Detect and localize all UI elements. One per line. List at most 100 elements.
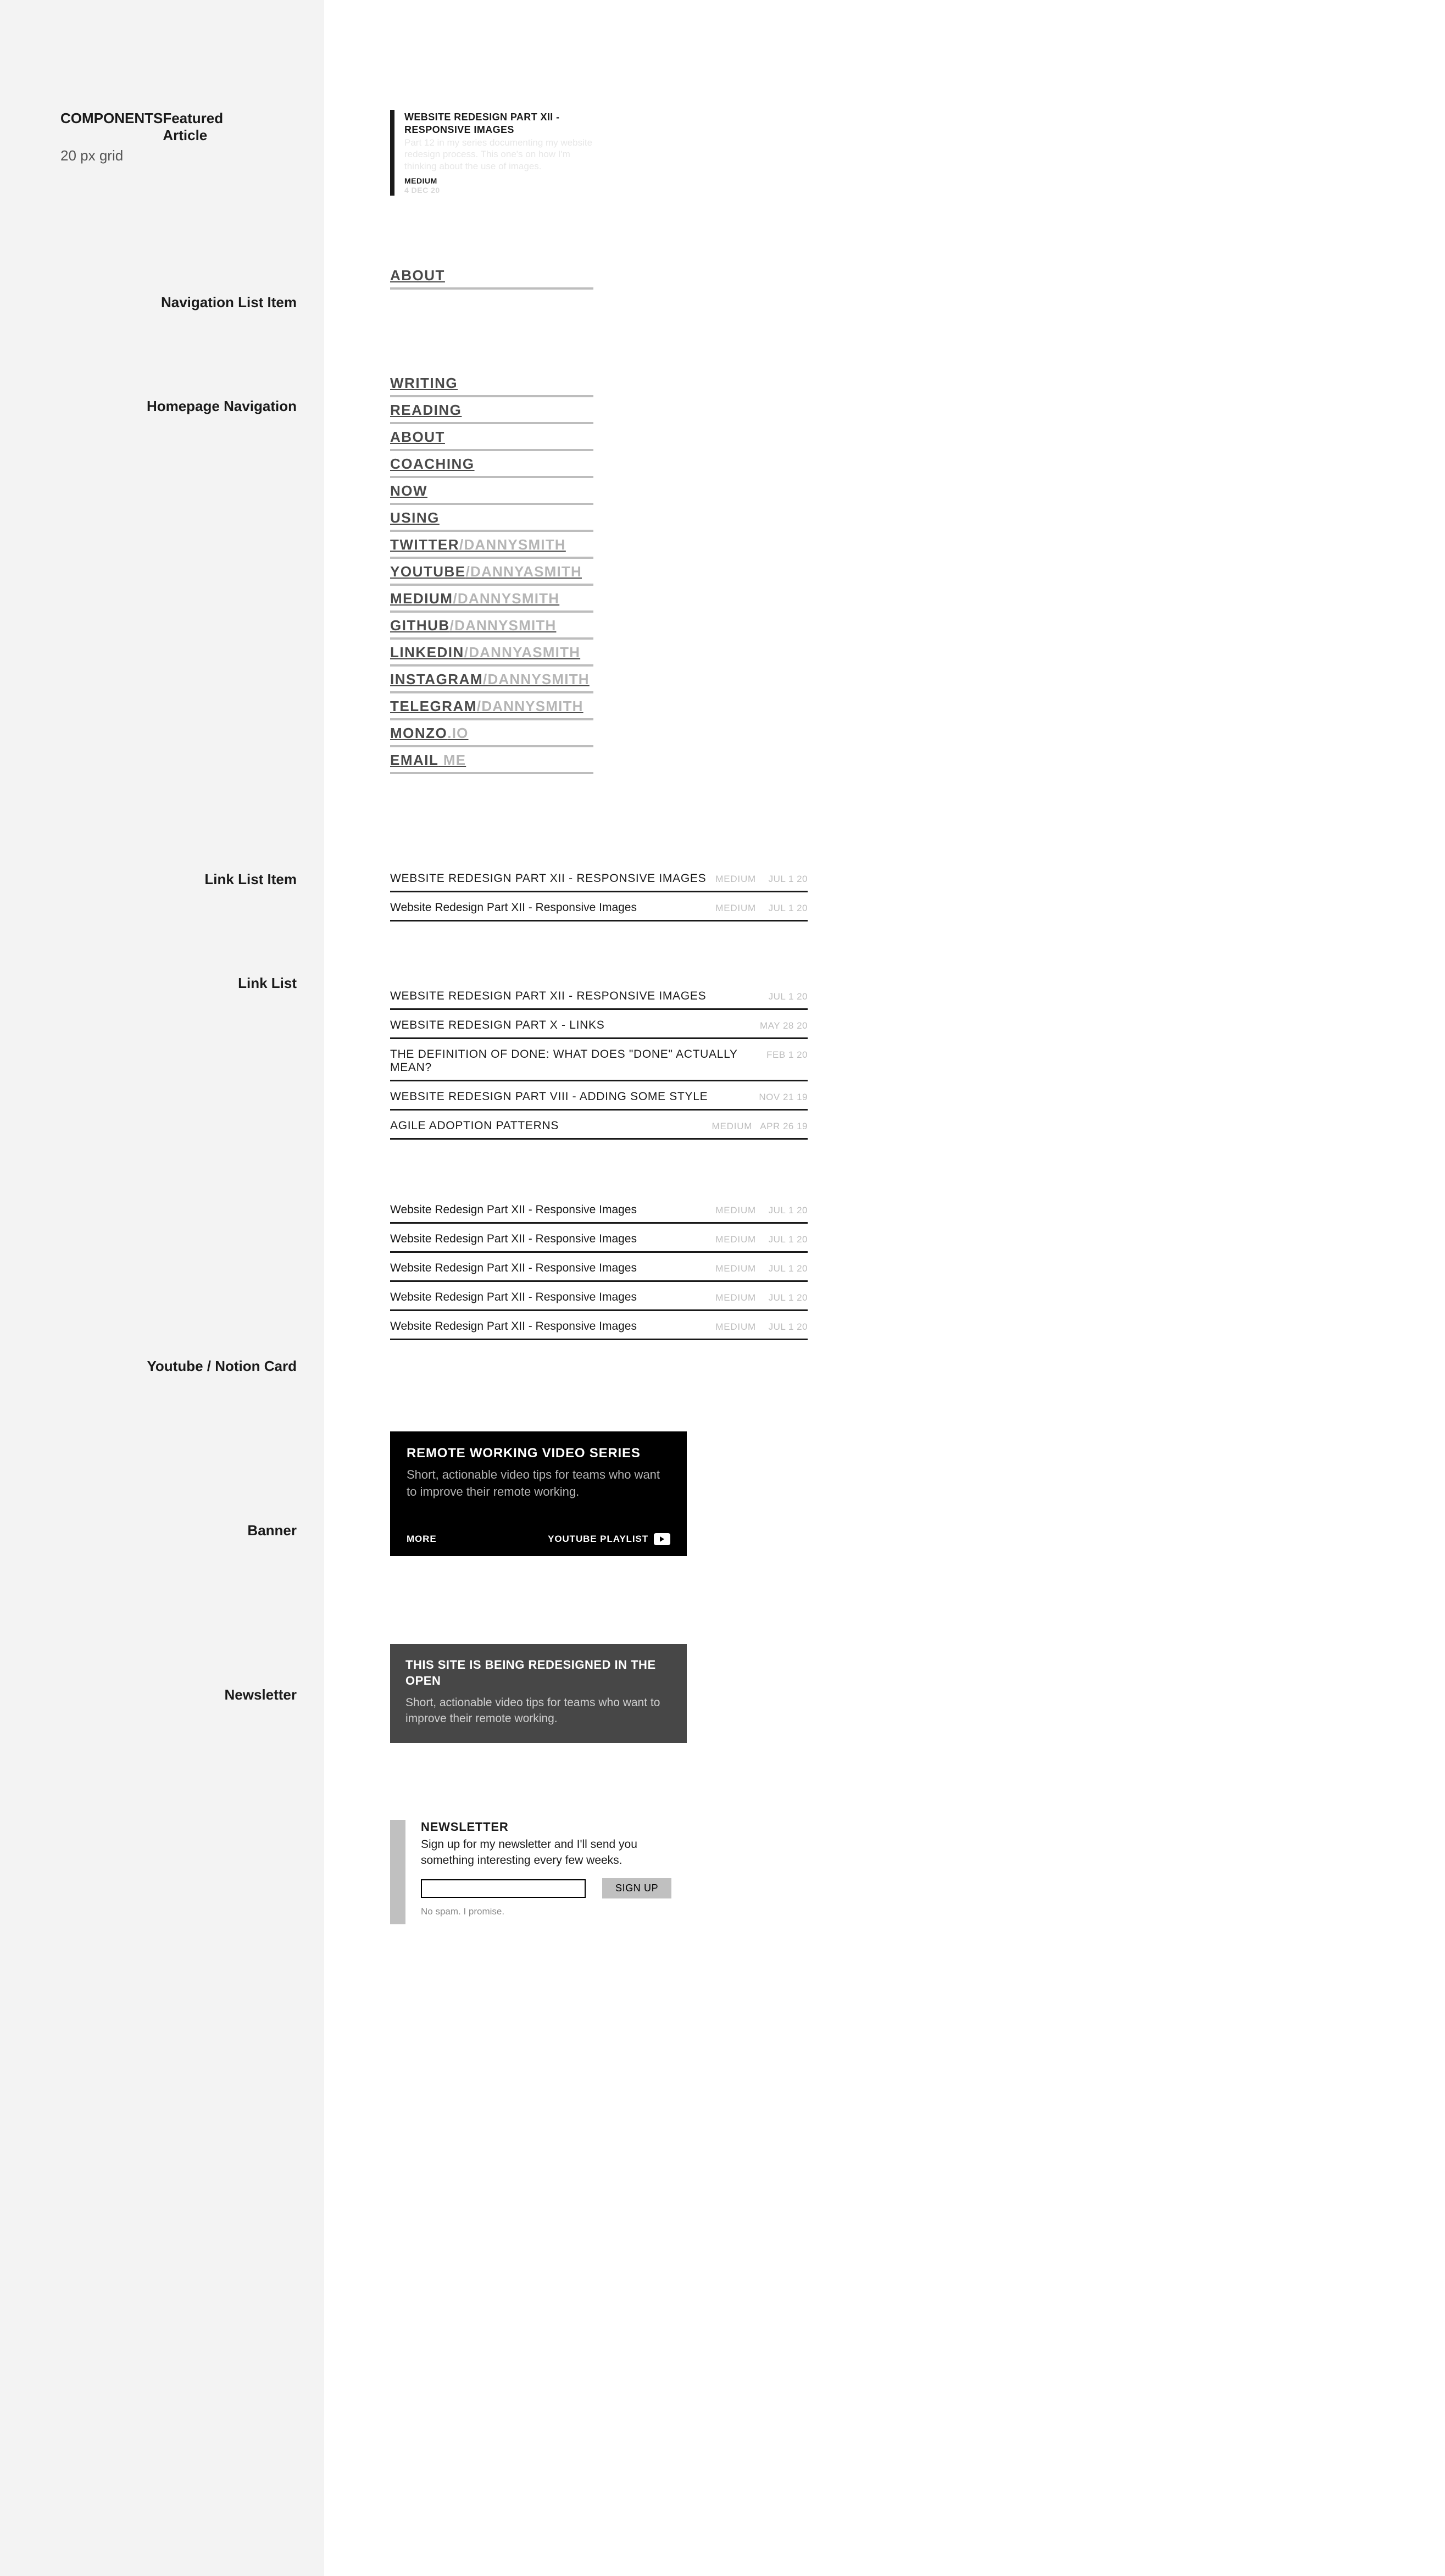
- nav-item-using[interactable]: USING: [390, 509, 593, 532]
- link-item-source: MEDIUM: [712, 1121, 753, 1132]
- link-list-normal: Website Redesign Part XII - Responsive I…: [390, 1203, 1423, 1340]
- nav-item-about-single[interactable]: ABOUT: [390, 267, 593, 290]
- featured-title: WEBSITE REDESIGN PART XII - RESPONSIVE I…: [404, 111, 593, 136]
- link-item-title: Website Redesign Part XII - Responsive I…: [390, 1233, 708, 1246]
- link-item-source: MEDIUM: [715, 874, 756, 885]
- youtube-card-link-label: YOUTUBE PLAYLIST: [548, 1534, 648, 1545]
- link-item-title: Website Redesign Part XII - Responsive I…: [390, 1291, 708, 1304]
- newsletter-accent-bar: [390, 1820, 405, 1924]
- link-item-date: JUL 1 20: [764, 903, 808, 914]
- link-list-item[interactable]: Website Redesign Part XII - Responsive I…: [390, 1262, 808, 1282]
- nav-item-label: EMAIL: [390, 752, 438, 768]
- newsletter-footer: No spam. I promise.: [421, 1906, 679, 1917]
- nav-item-now[interactable]: NOW: [390, 482, 593, 505]
- nav-item-label: TELEGRAM: [390, 698, 477, 714]
- link-list-item[interactable]: WEBSITE REDESIGN PART XII - RESPONSIVE I…: [390, 990, 808, 1010]
- link-list-item[interactable]: AGILE ADOPTION PATTERNSMEDIUMAPR 26 19: [390, 1119, 808, 1140]
- link-item-date: MAY 28 20: [760, 1020, 808, 1031]
- nav-item-label: MEDIUM: [390, 590, 453, 607]
- nav-item-user: /DANNYASMITH: [464, 644, 580, 660]
- nav-item-coaching[interactable]: COACHING: [390, 456, 593, 478]
- homepage-nav-list: WRITING READING ABOUT COACHING NOW USING TWITT…: [390, 375, 1423, 774]
- link-list-item[interactable]: WEBSITE REDESIGN PART X - LINKSMAY 28 20: [390, 1019, 808, 1039]
- youtube-card[interactable]: REMOTE WORKING VIDEO SERIES Short, actio…: [390, 1431, 687, 1557]
- featured-date: 4 DEC 20: [404, 186, 593, 195]
- link-item-date: JUL 1 20: [764, 1292, 808, 1303]
- header-grid-note: 20 px grid: [22, 147, 302, 164]
- newsletter-title: NEWSLETTER: [421, 1820, 679, 1834]
- label-yt-card: Youtube / Notion Card: [22, 1358, 302, 1375]
- featured-source: MEDIUM: [404, 176, 593, 185]
- nav-item-reading[interactable]: READING: [390, 402, 593, 424]
- youtube-card-playlist-link[interactable]: YOUTUBE PLAYLIST: [548, 1533, 670, 1545]
- link-list-upper: WEBSITE REDESIGN PART XII - RESPONSIVE I…: [390, 990, 1423, 1140]
- nav-item-label: INSTAGRAM: [390, 671, 483, 687]
- nav-item-user: /DANNYSMITH: [477, 698, 583, 714]
- nav-item-user: ME: [438, 752, 466, 768]
- nav-item-user: .IO: [447, 725, 468, 741]
- nav-item-label: COACHING: [390, 456, 475, 472]
- link-item-source: MEDIUM: [715, 1234, 756, 1245]
- nav-item-user: /DANNYSMITH: [483, 671, 590, 687]
- link-list-item-upper[interactable]: WEBSITE REDESIGN PART XII - RESPONSIVE I…: [390, 872, 808, 892]
- header-featured: Featured Article: [163, 110, 264, 144]
- label-link-list: Link List: [22, 975, 302, 992]
- label-banner: Banner: [22, 1522, 302, 1539]
- nav-item-twitter[interactable]: TWITTER/DANNYSMITH: [390, 536, 593, 559]
- youtube-card-more[interactable]: MORE: [407, 1534, 437, 1545]
- link-list-item[interactable]: Website Redesign Part XII - Responsive I…: [390, 1291, 808, 1311]
- label-link-list-item: Link List Item: [22, 871, 302, 888]
- nav-item-label: TWITTER: [390, 536, 459, 553]
- link-list-item[interactable]: Website Redesign Part XII - Responsive I…: [390, 1203, 808, 1224]
- nav-item-user: /DANNYSMITH: [453, 590, 559, 607]
- link-item-date: NOV 21 19: [759, 1092, 808, 1103]
- youtube-icon: [654, 1533, 670, 1545]
- nav-item-user: /DANNYASMITH: [466, 563, 582, 580]
- nav-item-label: WRITING: [390, 375, 458, 391]
- newsletter-signup-button[interactable]: SIGN UP: [602, 1878, 671, 1898]
- nav-item-medium[interactable]: MEDIUM/DANNYSMITH: [390, 590, 593, 613]
- newsletter-email-input[interactable]: [421, 1879, 586, 1898]
- link-list-item[interactable]: THE DEFINITION OF DONE: WHAT DOES "DONE"…: [390, 1048, 808, 1081]
- link-item-title: AGILE ADOPTION PATTERNS: [390, 1119, 704, 1132]
- link-item-title: WEBSITE REDESIGN PART VIII - ADDING SOME…: [390, 1090, 743, 1103]
- nav-item-user: /DANNYSMITH: [459, 536, 566, 553]
- nav-item-label: GITHUB: [390, 617, 450, 634]
- nav-item-label: ABOUT: [390, 267, 445, 284]
- banner-desc: Short, actionable video tips for teams w…: [405, 1695, 671, 1727]
- nav-item-linkedin[interactable]: LINKEDIN/DANNYASMITH: [390, 644, 593, 667]
- nav-item-writing[interactable]: WRITING: [390, 375, 593, 397]
- nav-item-label: MONZO: [390, 725, 447, 741]
- link-list-item[interactable]: Website Redesign Part XII - Responsive I…: [390, 1320, 808, 1340]
- nav-item-instagram[interactable]: INSTAGRAM/DANNYSMITH: [390, 671, 593, 693]
- link-item-title: THE DEFINITION OF DONE: WHAT DOES "DONE"…: [390, 1048, 748, 1074]
- link-item-title: WEBSITE REDESIGN PART XII - RESPONSIVE I…: [390, 872, 708, 885]
- link-list-item-normal[interactable]: Website Redesign Part XII - Responsive I…: [390, 901, 808, 921]
- featured-desc: Part 12 in my series documenting my webs…: [404, 137, 593, 172]
- featured-article[interactable]: WEBSITE REDESIGN PART XII - RESPONSIVE I…: [390, 110, 593, 196]
- sidebar-panel: COMPONENTS Featured Article 20 px grid N…: [0, 0, 324, 2576]
- link-list-item[interactable]: Website Redesign Part XII - Responsive I…: [390, 1233, 808, 1253]
- nav-item-label: USING: [390, 509, 440, 526]
- nav-item-monzo[interactable]: MONZO.IO: [390, 725, 593, 747]
- nav-item-about[interactable]: ABOUT: [390, 429, 593, 451]
- nav-item-email[interactable]: EMAIL ME: [390, 752, 593, 774]
- nav-item-github[interactable]: GITHUB/DANNYSMITH: [390, 617, 593, 640]
- nav-item-label: YOUTUBE: [390, 563, 466, 580]
- content-panel: WEBSITE REDESIGN PART XII - RESPONSIVE I…: [324, 0, 1445, 2576]
- link-item-date: JUL 1 20: [764, 1205, 808, 1216]
- link-item-date: FEB 1 20: [764, 1050, 808, 1061]
- link-item-title: Website Redesign Part XII - Responsive I…: [390, 1262, 708, 1275]
- link-list-item[interactable]: WEBSITE REDESIGN PART VIII - ADDING SOME…: [390, 1090, 808, 1111]
- link-item-source: MEDIUM: [715, 1263, 756, 1274]
- banner: THIS SITE IS BEING REDESIGNED IN THE OPE…: [390, 1644, 687, 1743]
- nav-item-telegram[interactable]: TELEGRAM/DANNYSMITH: [390, 698, 593, 720]
- link-item-title: Website Redesign Part XII - Responsive I…: [390, 901, 708, 914]
- newsletter: NEWSLETTER Sign up for my newsletter and…: [390, 1820, 1423, 1924]
- link-item-source: MEDIUM: [715, 1292, 756, 1303]
- nav-item-youtube[interactable]: YOUTUBE/DANNYASMITH: [390, 563, 593, 586]
- banner-title: THIS SITE IS BEING REDESIGNED IN THE OPE…: [405, 1657, 671, 1689]
- youtube-card-title: REMOTE WORKING VIDEO SERIES: [407, 1446, 670, 1461]
- link-item-source: MEDIUM: [715, 1322, 756, 1333]
- link-item-date: JUL 1 20: [764, 1234, 808, 1245]
